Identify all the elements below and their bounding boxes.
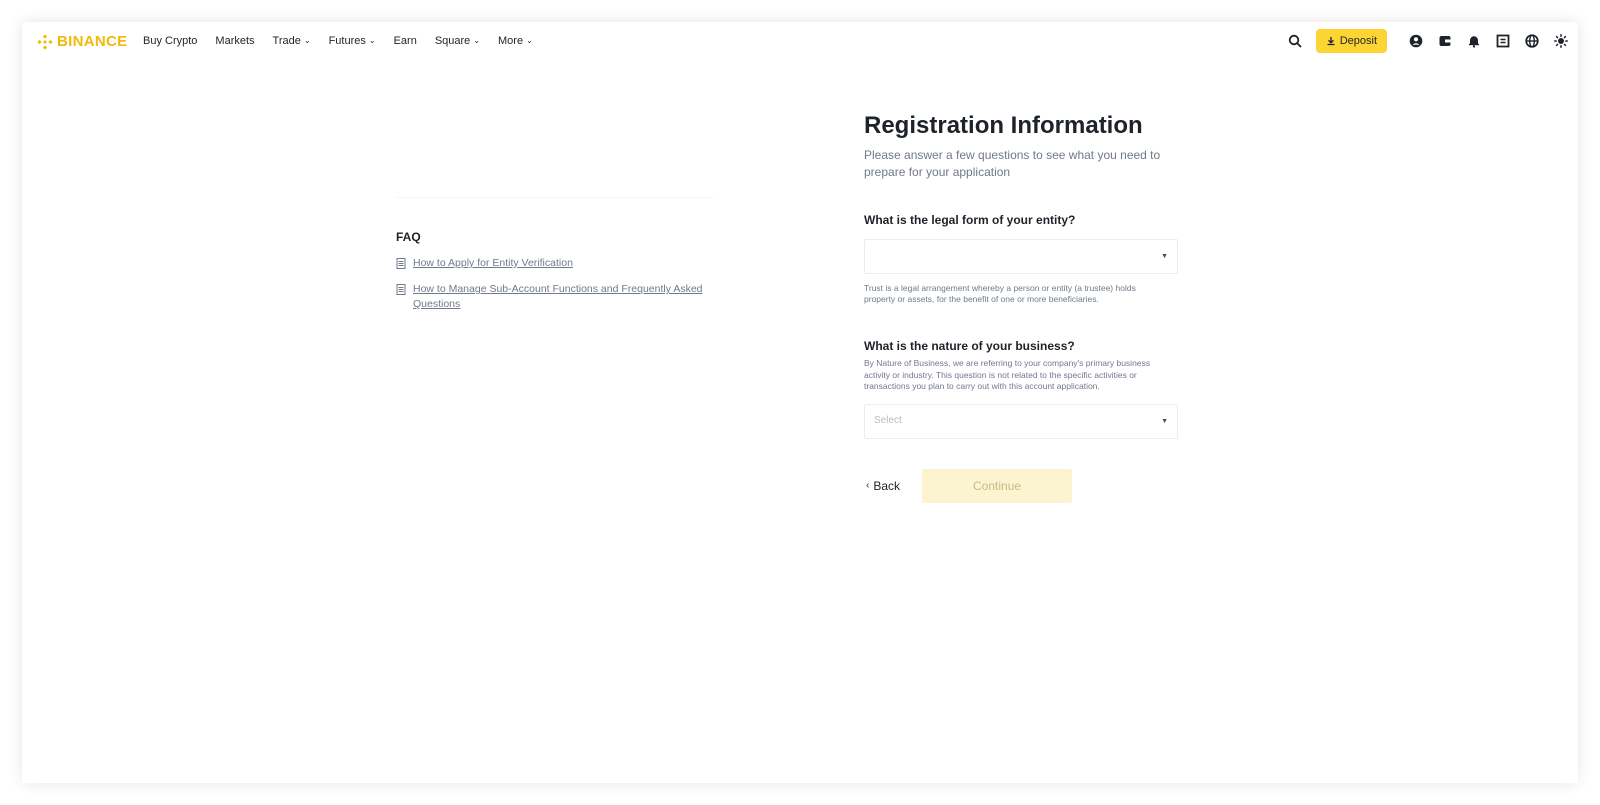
registration-form: Registration Information Please answer a… [864, 110, 1180, 503]
legal-form-label: What is the legal form of your entity? [864, 213, 1076, 227]
chevron-down-icon: ⌄ [303, 35, 311, 45]
page-title: Registration Information [864, 112, 1143, 139]
nav-label: Futures [328, 35, 366, 47]
business-nature-placeholder: Select [874, 414, 902, 426]
main-nav: Buy Crypto Markets Trade ⌄ Futures ⌄ Earn … [143, 22, 551, 60]
caret-down-icon: ▼ [1161, 253, 1168, 260]
globe-icon[interactable] [1524, 33, 1540, 49]
nav-label: Buy Crypto [143, 35, 198, 47]
nav-label: More [498, 35, 524, 47]
nav-label: Square [434, 35, 471, 47]
back-button[interactable]: ‹ Back [866, 479, 900, 493]
top-navbar: BINANCE Buy Crypto Markets Trade ⌄ Future… [22, 22, 1578, 60]
deposit-button[interactable]: Deposit [1315, 29, 1387, 53]
nav-more[interactable]: More ⌄ [498, 35, 533, 47]
continue-button[interactable]: Continue [922, 468, 1073, 503]
faq-link-text: How to Manage Sub-Account Functions and … [413, 283, 703, 310]
legal-form-hint: Trust is a legal arrangement whereby a p… [864, 283, 1136, 304]
nav-label: Markets [215, 35, 255, 47]
chevron-left-icon: ‹ [866, 480, 870, 491]
download-icon [1327, 37, 1335, 46]
page-frame: BINANCE Buy Crypto Markets Trade ⌄ Future… [22, 22, 1578, 783]
divider [396, 197, 714, 198]
form-actions: ‹ Back Continue [864, 468, 1180, 503]
chevron-down-icon: ⌄ [368, 35, 376, 45]
bell-icon[interactable] [1466, 33, 1482, 49]
download-app-icon[interactable] [1495, 33, 1511, 49]
search-icon[interactable] [1287, 33, 1303, 49]
legal-form-select[interactable]: ▼ [864, 239, 1178, 274]
back-label: Back [873, 478, 901, 493]
nav-futures[interactable]: Futures ⌄ [329, 35, 376, 47]
nav-trade[interactable]: Trade ⌄ [273, 35, 311, 47]
faq-link-text: How to Apply for Entity Verification [413, 257, 573, 269]
wallet-icon[interactable] [1437, 33, 1453, 49]
faq-title: FAQ [396, 230, 421, 244]
caret-down-icon: ▼ [1161, 417, 1168, 425]
nav-label: Earn [393, 35, 417, 47]
nav-square[interactable]: Square ⌄ [435, 35, 480, 47]
binance-logo-icon [37, 33, 53, 50]
faq-link-sub-account[interactable]: How to Manage Sub-Account Functions and … [396, 282, 716, 312]
nav-label: Trade [272, 35, 301, 47]
faq-link-entity-verification[interactable]: How to Apply for Entity Verification [396, 256, 716, 271]
binance-logo[interactable]: BINANCE [37, 33, 127, 50]
business-nature-select[interactable]: Select ▼ [864, 403, 1178, 439]
brand-name: BINANCE [57, 33, 128, 50]
chevron-down-icon: ⌄ [473, 35, 481, 45]
theme-icon[interactable] [1553, 33, 1569, 49]
nav-markets[interactable]: Markets [215, 35, 254, 47]
header-tools: Deposit [1274, 22, 1569, 60]
document-icon [396, 284, 406, 295]
user-icon[interactable] [1408, 33, 1424, 49]
faq-list: How to Apply for Entity Verification How… [396, 256, 716, 323]
nav-earn[interactable]: Earn [394, 35, 417, 47]
document-icon [396, 258, 406, 269]
business-nature-hint: By Nature of Business, we are referring … [864, 358, 1151, 391]
business-nature-label: What is the nature of your business? [864, 339, 1075, 353]
nav-buy-crypto[interactable]: Buy Crypto [143, 35, 197, 47]
page-subtitle: Please answer a few questions to see wha… [864, 148, 1161, 179]
chevron-down-icon: ⌄ [526, 35, 533, 45]
deposit-label: Deposit [1339, 35, 1377, 47]
